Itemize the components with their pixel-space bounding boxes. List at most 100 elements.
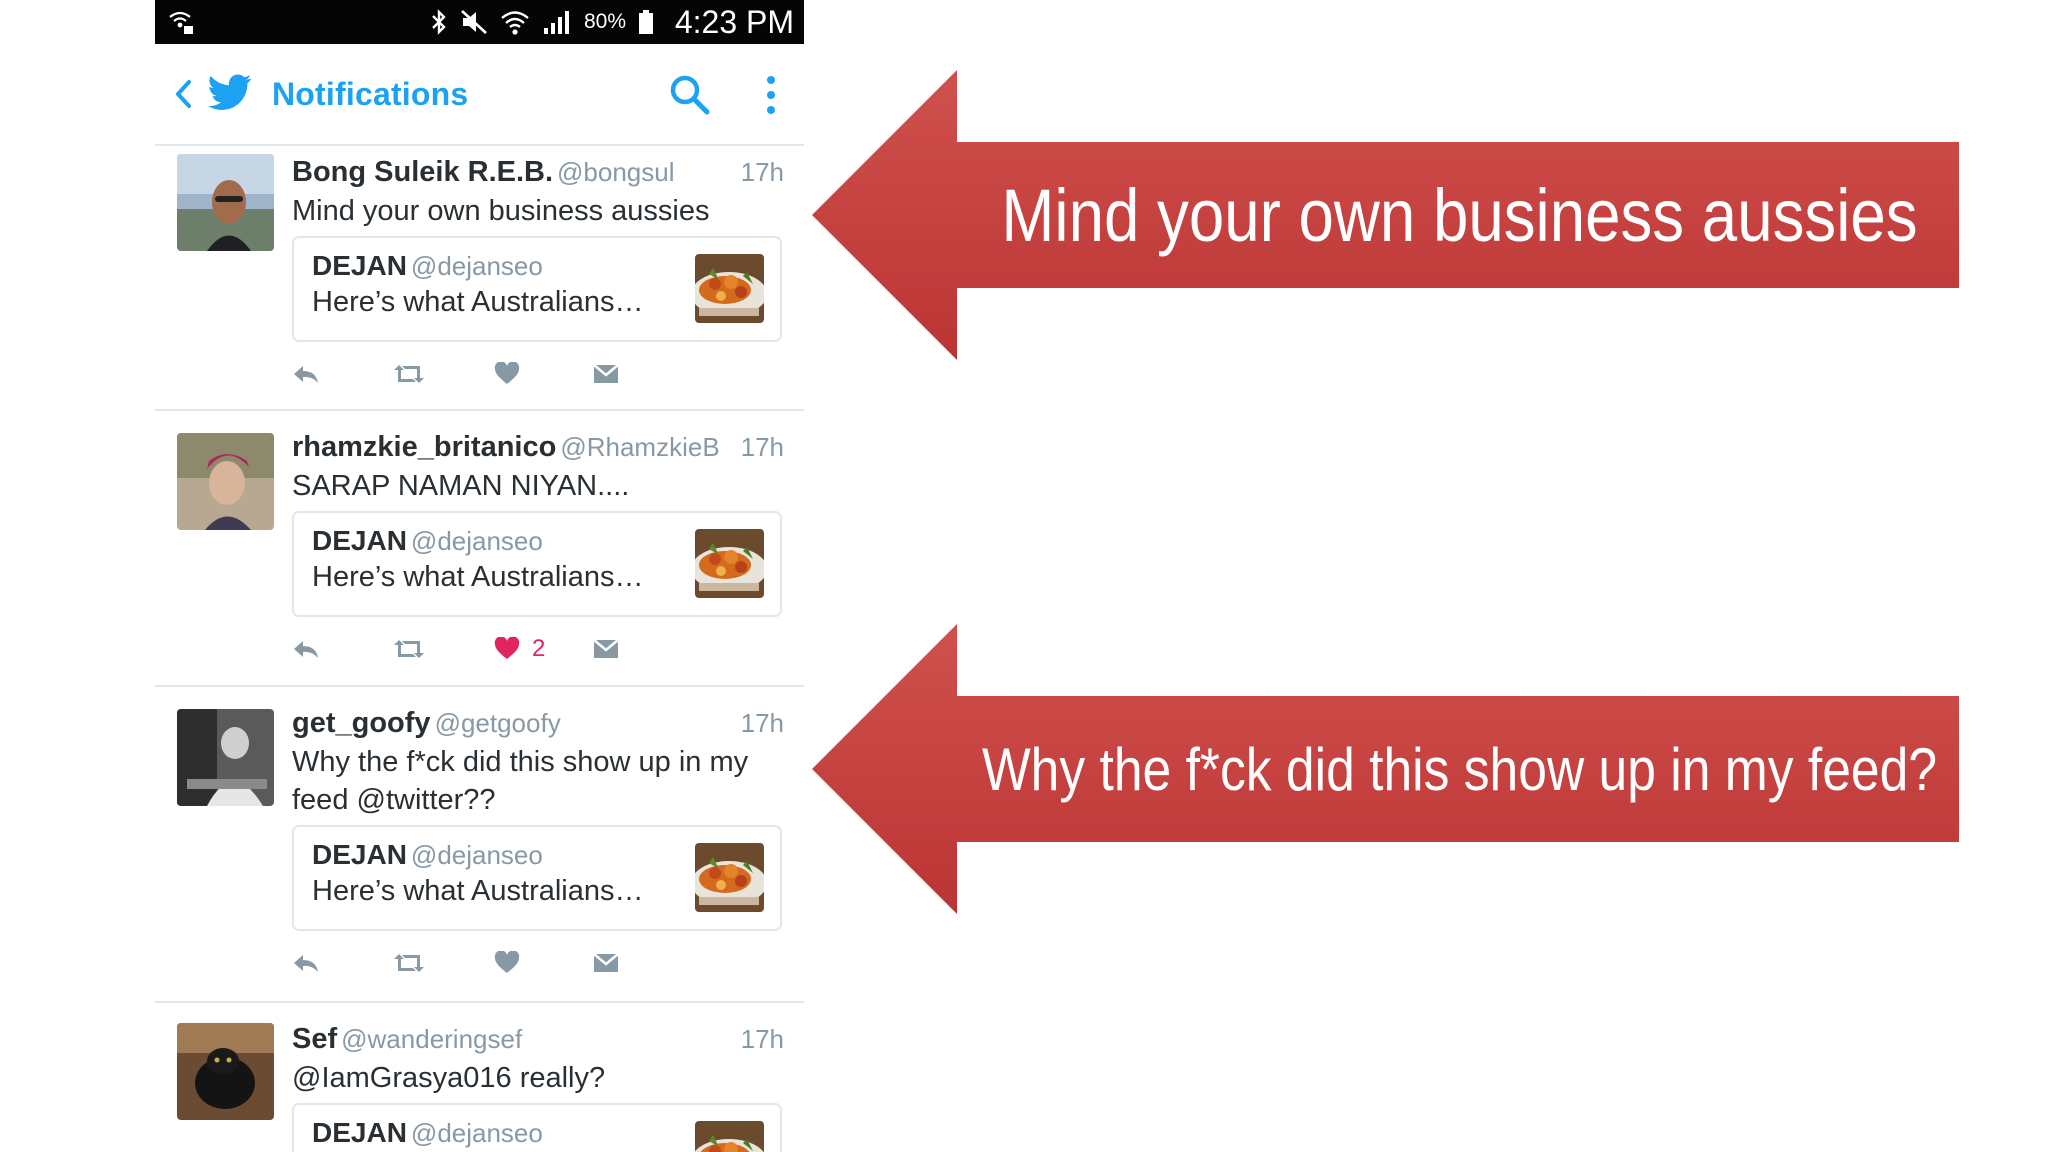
signal-icon <box>542 8 572 36</box>
quoted-author-handle: @dejanseo <box>410 251 543 281</box>
tweet-actions <box>292 943 762 983</box>
mute-icon <box>460 9 488 35</box>
avatar[interactable] <box>177 709 274 806</box>
wifi-icon <box>500 8 530 36</box>
search-button[interactable] <box>667 72 713 118</box>
reply-icon <box>294 641 318 658</box>
envelope-icon <box>593 639 619 658</box>
tweet-time: 17h <box>740 1024 784 1054</box>
retweet-button[interactable] <box>392 629 426 669</box>
tweet-time: 17h <box>740 432 784 462</box>
direct-message-button[interactable] <box>592 629 620 669</box>
tweet-item[interactable]: get_goofy @getgoofy 17h Why the f*ck did … <box>155 687 804 1003</box>
callout-arrow: Why the f*ck did this show up in my feed… <box>812 624 1962 914</box>
quoted-tweet-thumbnail <box>695 843 764 912</box>
callout-arrow: Mind your own business aussies <box>812 70 1962 360</box>
notifications-feed: Bong Suleik R.E.B. @bongsul 17h Mind your… <box>155 146 804 1152</box>
chevron-left-icon <box>176 80 191 108</box>
quoted-tweet-text: Here’s what Australians… <box>312 561 644 593</box>
author-handle[interactable]: @wanderingsef <box>341 1024 522 1054</box>
app-header: Notifications <box>155 44 804 146</box>
author-name[interactable]: Sef <box>292 1023 337 1055</box>
tweet-actions: 2 <box>292 629 762 669</box>
page-title: Notifications <box>272 76 469 112</box>
back-button[interactable] <box>165 74 201 114</box>
quoted-tweet-text: Here’s what Australians… <box>312 875 644 907</box>
quoted-tweet-text: Here’s what Australians… <box>312 286 644 318</box>
search-icon <box>670 75 710 115</box>
reply-icon <box>294 366 318 383</box>
author-handle[interactable]: @RhamzkieB <box>560 432 719 462</box>
like-button[interactable] <box>494 354 520 394</box>
quoted-author-name: DEJAN <box>312 525 407 556</box>
avatar[interactable] <box>177 1023 274 1120</box>
callout-text: Why the f*ck did this show up in my feed… <box>981 735 1938 803</box>
retweet-button[interactable] <box>392 943 426 983</box>
direct-message-button[interactable] <box>592 354 620 394</box>
battery-icon <box>638 8 654 36</box>
tweet-header: get_goofy @getgoofy 17h <box>292 705 784 741</box>
quoted-author-name: DEJAN <box>312 1117 407 1148</box>
tweet-text: Mind your own business aussies <box>292 195 710 227</box>
avatar[interactable] <box>177 154 274 251</box>
quoted-author-handle: @dejanseo <box>410 840 543 870</box>
tweet-time: 17h <box>740 708 784 738</box>
bluetooth-icon <box>430 8 448 36</box>
status-clock: 4:23 PM <box>674 4 794 40</box>
quoted-author-name: DEJAN <box>312 250 407 281</box>
tweet-header: Bong Suleik R.E.B. @bongsul 17h <box>292 154 784 190</box>
retweet-icon <box>394 954 424 972</box>
tweet-text: @IamGrasya016 really? <box>292 1062 606 1094</box>
like-button[interactable]: 2 <box>494 629 545 669</box>
tweet-header: rhamzkie_britanico @RhamzkieB 17h <box>292 429 784 465</box>
quoted-tweet-card[interactable]: DEJAN @dejanseo Here’s what Australians… <box>292 825 782 931</box>
quoted-tweet-card[interactable]: DEJAN @dejanseo Here’s what Australians… <box>292 236 782 342</box>
quoted-tweet-thumbnail <box>695 1121 764 1152</box>
tweet-item[interactable]: rhamzkie_britanico @RhamzkieB 17h SARAP N… <box>155 411 804 687</box>
retweet-button[interactable] <box>392 354 426 394</box>
quoted-tweet-card[interactable]: DEJAN @dejanseo Here’s what Australians… <box>292 511 782 617</box>
phone-screenshot: 80% 4:23 PM Notifications Bong Suleik R.… <box>155 0 804 1152</box>
envelope-icon <box>593 364 619 383</box>
reply-button[interactable] <box>292 943 320 983</box>
tweet-item[interactable]: Bong Suleik R.E.B. @bongsul 17h Mind your… <box>155 146 804 411</box>
quoted-author-handle: @dejanseo <box>410 526 543 556</box>
quoted-author-handle: @dejanseo <box>410 1118 543 1148</box>
retweet-icon <box>394 640 424 658</box>
envelope-icon <box>593 953 619 972</box>
reply-button[interactable] <box>292 629 320 669</box>
heart-icon <box>494 951 520 973</box>
callout-text: Mind your own business aussies <box>1001 173 1918 257</box>
more-options-button[interactable] <box>759 70 783 120</box>
heart-icon <box>494 362 520 384</box>
tweet-time: 17h <box>740 157 784 187</box>
author-handle[interactable]: @bongsul <box>557 157 674 187</box>
reply-button[interactable] <box>292 354 320 394</box>
tweet-text-line: Why the f*ck did this show up in my <box>292 746 749 778</box>
direct-message-button[interactable] <box>592 943 620 983</box>
quoted-tweet-thumbnail <box>695 529 764 598</box>
author-name[interactable]: Bong Suleik R.E.B. <box>292 156 553 188</box>
more-vertical-icon <box>767 76 775 114</box>
author-handle[interactable]: @getgoofy <box>435 708 561 738</box>
retweet-icon <box>394 365 424 383</box>
battery-percent: 80% <box>583 10 626 33</box>
hotspot-icon <box>167 8 197 36</box>
quoted-tweet-thumbnail <box>695 254 764 323</box>
tweet-text-line: feed @twitter?? <box>292 784 496 816</box>
quoted-tweet-card[interactable]: DEJAN @dejanseo <box>292 1103 782 1152</box>
status-bar: 80% 4:23 PM <box>155 0 804 44</box>
like-button[interactable] <box>494 943 520 983</box>
tweet-actions <box>292 354 762 394</box>
author-name[interactable]: get_goofy <box>292 707 431 739</box>
like-count: 2 <box>532 635 546 662</box>
quoted-author-name: DEJAN <box>312 839 407 870</box>
author-name[interactable]: rhamzkie_britanico <box>292 431 556 463</box>
avatar[interactable] <box>177 433 274 530</box>
tweet-text: Why the f*ck did this show up in my feed… <box>292 743 760 819</box>
tweet-item[interactable]: Sef @wanderingsef 17h @IamGrasya016 reall… <box>155 1003 804 1152</box>
heart-filled-icon <box>494 637 520 659</box>
tweet-text: SARAP NAMAN NIYAN.... <box>292 470 630 502</box>
twitter-bird-icon <box>207 70 253 114</box>
tweet-header: Sef @wanderingsef 17h <box>292 1021 784 1057</box>
